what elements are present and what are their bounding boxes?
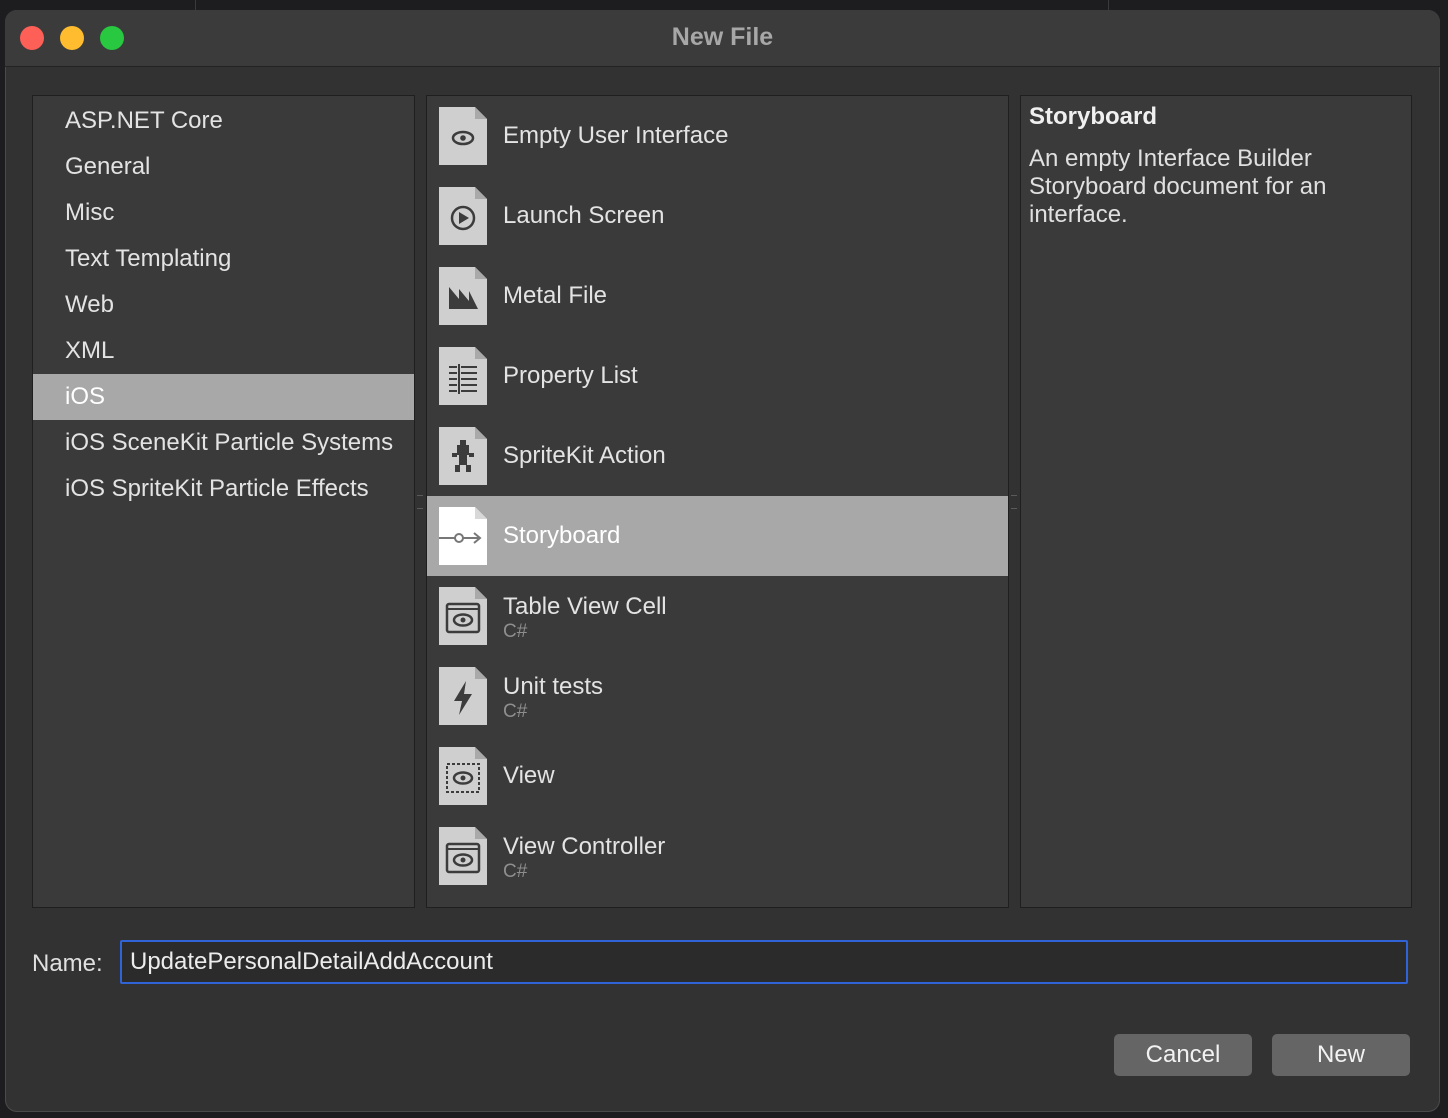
template-item[interactable]: View [427, 736, 1008, 816]
template-label: View Controller [503, 833, 666, 860]
template-item[interactable]: SpriteKit Action [427, 416, 1008, 496]
storyboard-icon [439, 507, 487, 565]
name-field-label: Name: [32, 950, 103, 977]
window-eye-icon [439, 587, 487, 645]
cancel-button[interactable]: Cancel [1114, 1034, 1252, 1076]
template-item[interactable]: Property List [427, 336, 1008, 416]
new-button[interactable]: New [1272, 1034, 1410, 1076]
window-title: New File [671, 23, 774, 51]
template-item[interactable]: Storyboard [427, 496, 1008, 576]
category-list[interactable]: ASP.NET Core General Misc Text Templating We… [32, 95, 415, 908]
template-label: Storyboard [503, 522, 621, 549]
description-panel: Storyboard An empty Interface Builder St… [1020, 95, 1412, 908]
play-circle-icon [439, 187, 487, 245]
category-item[interactable]: Misc [33, 190, 414, 236]
category-item[interactable]: XML [33, 328, 414, 374]
template-label: Property List [503, 362, 638, 389]
eye-icon [439, 107, 487, 165]
splitter-handle[interactable] [417, 495, 423, 509]
new-file-dialog: New File ASP.NET Core General Misc Text Tem… [5, 10, 1440, 1112]
template-label: Table View Cell [503, 593, 667, 620]
backdrop-divider [1108, 0, 1109, 10]
description-text: An empty Interface Builder Storyboard do… [1029, 145, 1327, 228]
bolt-icon [439, 667, 487, 725]
template-item[interactable]: Launch Screen [427, 176, 1008, 256]
template-item[interactable]: View Controller C# [427, 816, 1008, 896]
description-title: Storyboard [1029, 103, 1158, 130]
template-label: View [503, 762, 555, 789]
title-bar: New File [5, 10, 1440, 67]
splitter-handle[interactable] [1011, 495, 1017, 509]
list-icon [439, 347, 487, 405]
category-item[interactable]: General [33, 144, 414, 190]
template-language: C# [503, 861, 528, 882]
template-item[interactable]: Metal File [427, 256, 1008, 336]
category-item[interactable]: iOS SpriteKit Particle Effects [33, 466, 414, 512]
template-label: Empty User Interface [503, 122, 729, 149]
backdrop-divider [195, 0, 196, 10]
category-item[interactable]: Web [33, 282, 414, 328]
template-label: Metal File [503, 282, 608, 309]
metal-icon [439, 267, 487, 325]
template-item[interactable]: Empty User Interface [427, 96, 1008, 176]
name-input[interactable] [120, 940, 1408, 984]
template-language: C# [503, 701, 528, 722]
template-label: Unit tests [503, 673, 604, 700]
template-label: SpriteKit Action [503, 442, 666, 469]
category-item[interactable]: iOS [33, 374, 414, 420]
category-item[interactable]: Text Templating [33, 236, 414, 282]
dashed-eye-icon [439, 747, 487, 805]
template-item[interactable]: Unit tests C# [427, 656, 1008, 736]
sprite-icon [439, 427, 487, 485]
template-item[interactable]: Table View Cell C# [427, 576, 1008, 656]
template-language: C# [503, 621, 528, 642]
template-list[interactable]: Empty User Interface Launch Screen Metal F… [426, 95, 1009, 908]
category-item[interactable]: iOS SceneKit Particle Systems [33, 420, 414, 466]
window-eye-icon [439, 827, 487, 885]
template-label: Launch Screen [503, 202, 665, 229]
category-item[interactable]: ASP.NET Core [33, 98, 414, 144]
